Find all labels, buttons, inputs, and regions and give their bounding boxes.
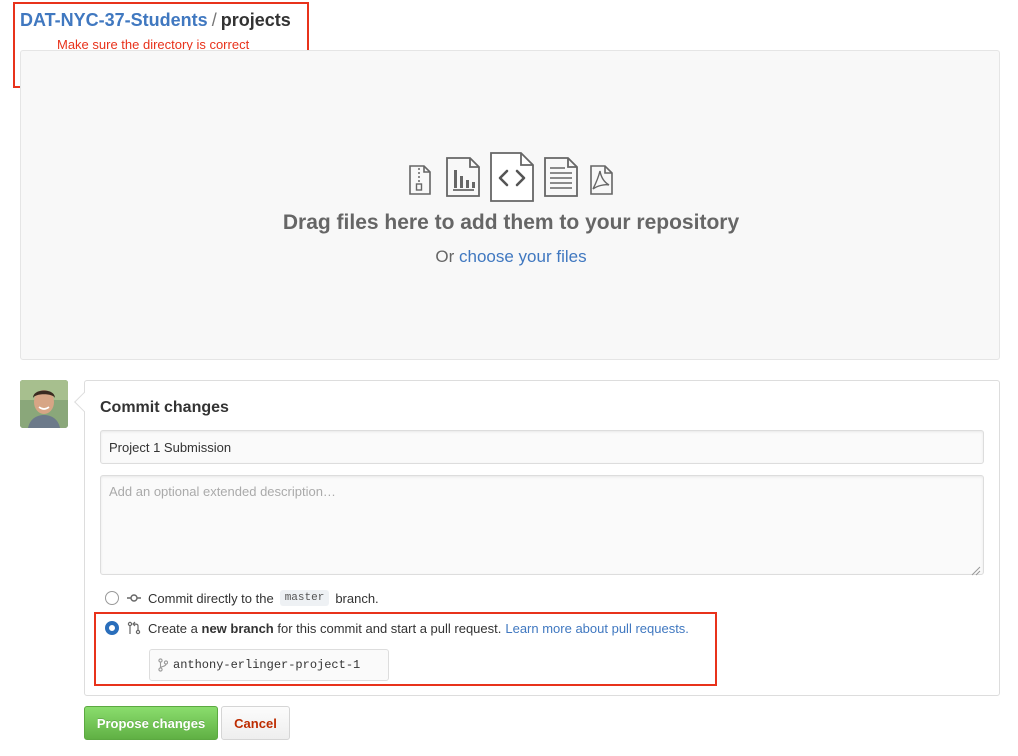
commit-direct-radio[interactable]	[105, 591, 119, 605]
code-file-icon	[490, 152, 534, 202]
branch-icon	[158, 658, 168, 672]
breadcrumb-owner-link[interactable]: DAT-NYC-37-Students	[20, 10, 208, 30]
text-file-icon	[544, 157, 578, 197]
commit-title: Commit changes	[100, 399, 229, 416]
avatar	[20, 380, 68, 428]
new-branch-bold: new branch	[201, 620, 274, 636]
commit-description-input[interactable]	[100, 475, 984, 575]
git-commit-icon	[127, 594, 141, 602]
commit-form: Commit changes Commit directly to the ma…	[74, 380, 1000, 696]
breadcrumb-separator: /	[211, 10, 217, 30]
zip-file-icon	[409, 165, 431, 195]
choose-files-link[interactable]: choose your files	[459, 247, 587, 266]
commit-summary-input[interactable]	[100, 430, 984, 464]
breadcrumb-repo: projects	[220, 10, 291, 30]
new-branch-prefix: Create a	[148, 620, 198, 636]
commit-direct-suffix: branch.	[335, 590, 379, 606]
new-branch-option[interactable]: Create a new branch for this commit and …	[105, 619, 689, 637]
pdf-file-icon	[590, 165, 613, 195]
commit-direct-option[interactable]: Commit directly to the master branch.	[105, 589, 379, 607]
propose-changes-button[interactable]: Propose changes	[84, 706, 218, 740]
chart-file-icon	[446, 157, 480, 197]
cancel-button[interactable]: Cancel	[221, 706, 290, 740]
dropzone-or-text: Or	[435, 247, 455, 266]
commit-form-caret	[74, 392, 94, 412]
branch-name-value: anthony-erlinger-project-1	[173, 658, 361, 672]
file-type-icons	[407, 151, 617, 203]
branch-name-input[interactable]: anthony-erlinger-project-1	[149, 649, 389, 681]
pull-request-icon	[127, 621, 141, 635]
resize-grip-icon[interactable]	[969, 564, 981, 576]
dropzone-subtitle: Or choose your files	[21, 247, 1001, 267]
master-branch-badge: master	[279, 590, 330, 606]
learn-more-pull-requests-link[interactable]: Learn more about pull requests.	[505, 621, 689, 636]
breadcrumb: DAT-NYC-37-Students / projects	[20, 8, 291, 32]
dropzone-title: Drag files here to add them to your repo…	[282, 211, 740, 234]
file-dropzone[interactable]: Drag files here to add them to your repo…	[20, 50, 1000, 360]
new-branch-radio[interactable]	[105, 621, 119, 635]
commit-direct-label: Commit directly to the	[148, 590, 274, 606]
new-branch-suffix: for this commit and start a pull request…	[277, 620, 502, 636]
